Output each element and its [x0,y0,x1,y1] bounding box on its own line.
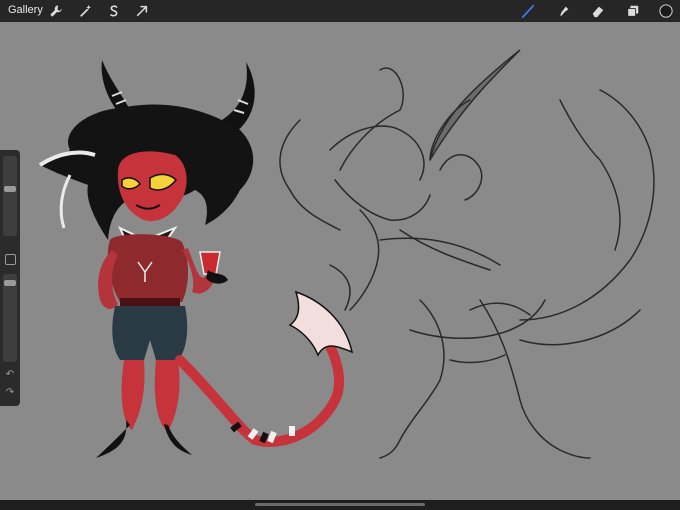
magic-wand-icon[interactable] [78,3,94,19]
opacity-slider[interactable] [3,274,17,362]
gallery-button[interactable]: Gallery [8,4,43,16]
colored-character-drawing [38,60,354,458]
left-sidebar: ↶ ↷ [0,150,20,406]
home-indicator[interactable] [255,503,425,506]
drawing-canvas[interactable] [0,22,680,500]
brush-size-thumb[interactable] [4,186,16,192]
selection-s-icon[interactable] [106,3,122,19]
color-swatch-icon[interactable] [658,3,674,19]
modify-button[interactable] [5,254,16,265]
eraser-icon[interactable] [590,3,606,19]
wrench-icon[interactable] [48,3,64,19]
opacity-thumb[interactable] [4,280,16,286]
top-toolbar: Gallery [0,0,680,22]
illustration [38,49,655,459]
brush-icon[interactable] [520,3,536,19]
smudge-icon[interactable] [556,3,572,19]
layers-icon[interactable] [625,3,641,19]
transform-arrow-icon[interactable] [134,3,150,19]
redo-icon[interactable]: ↷ [4,388,16,398]
brush-size-slider[interactable] [3,156,17,236]
undo-icon[interactable]: ↶ [4,370,16,380]
